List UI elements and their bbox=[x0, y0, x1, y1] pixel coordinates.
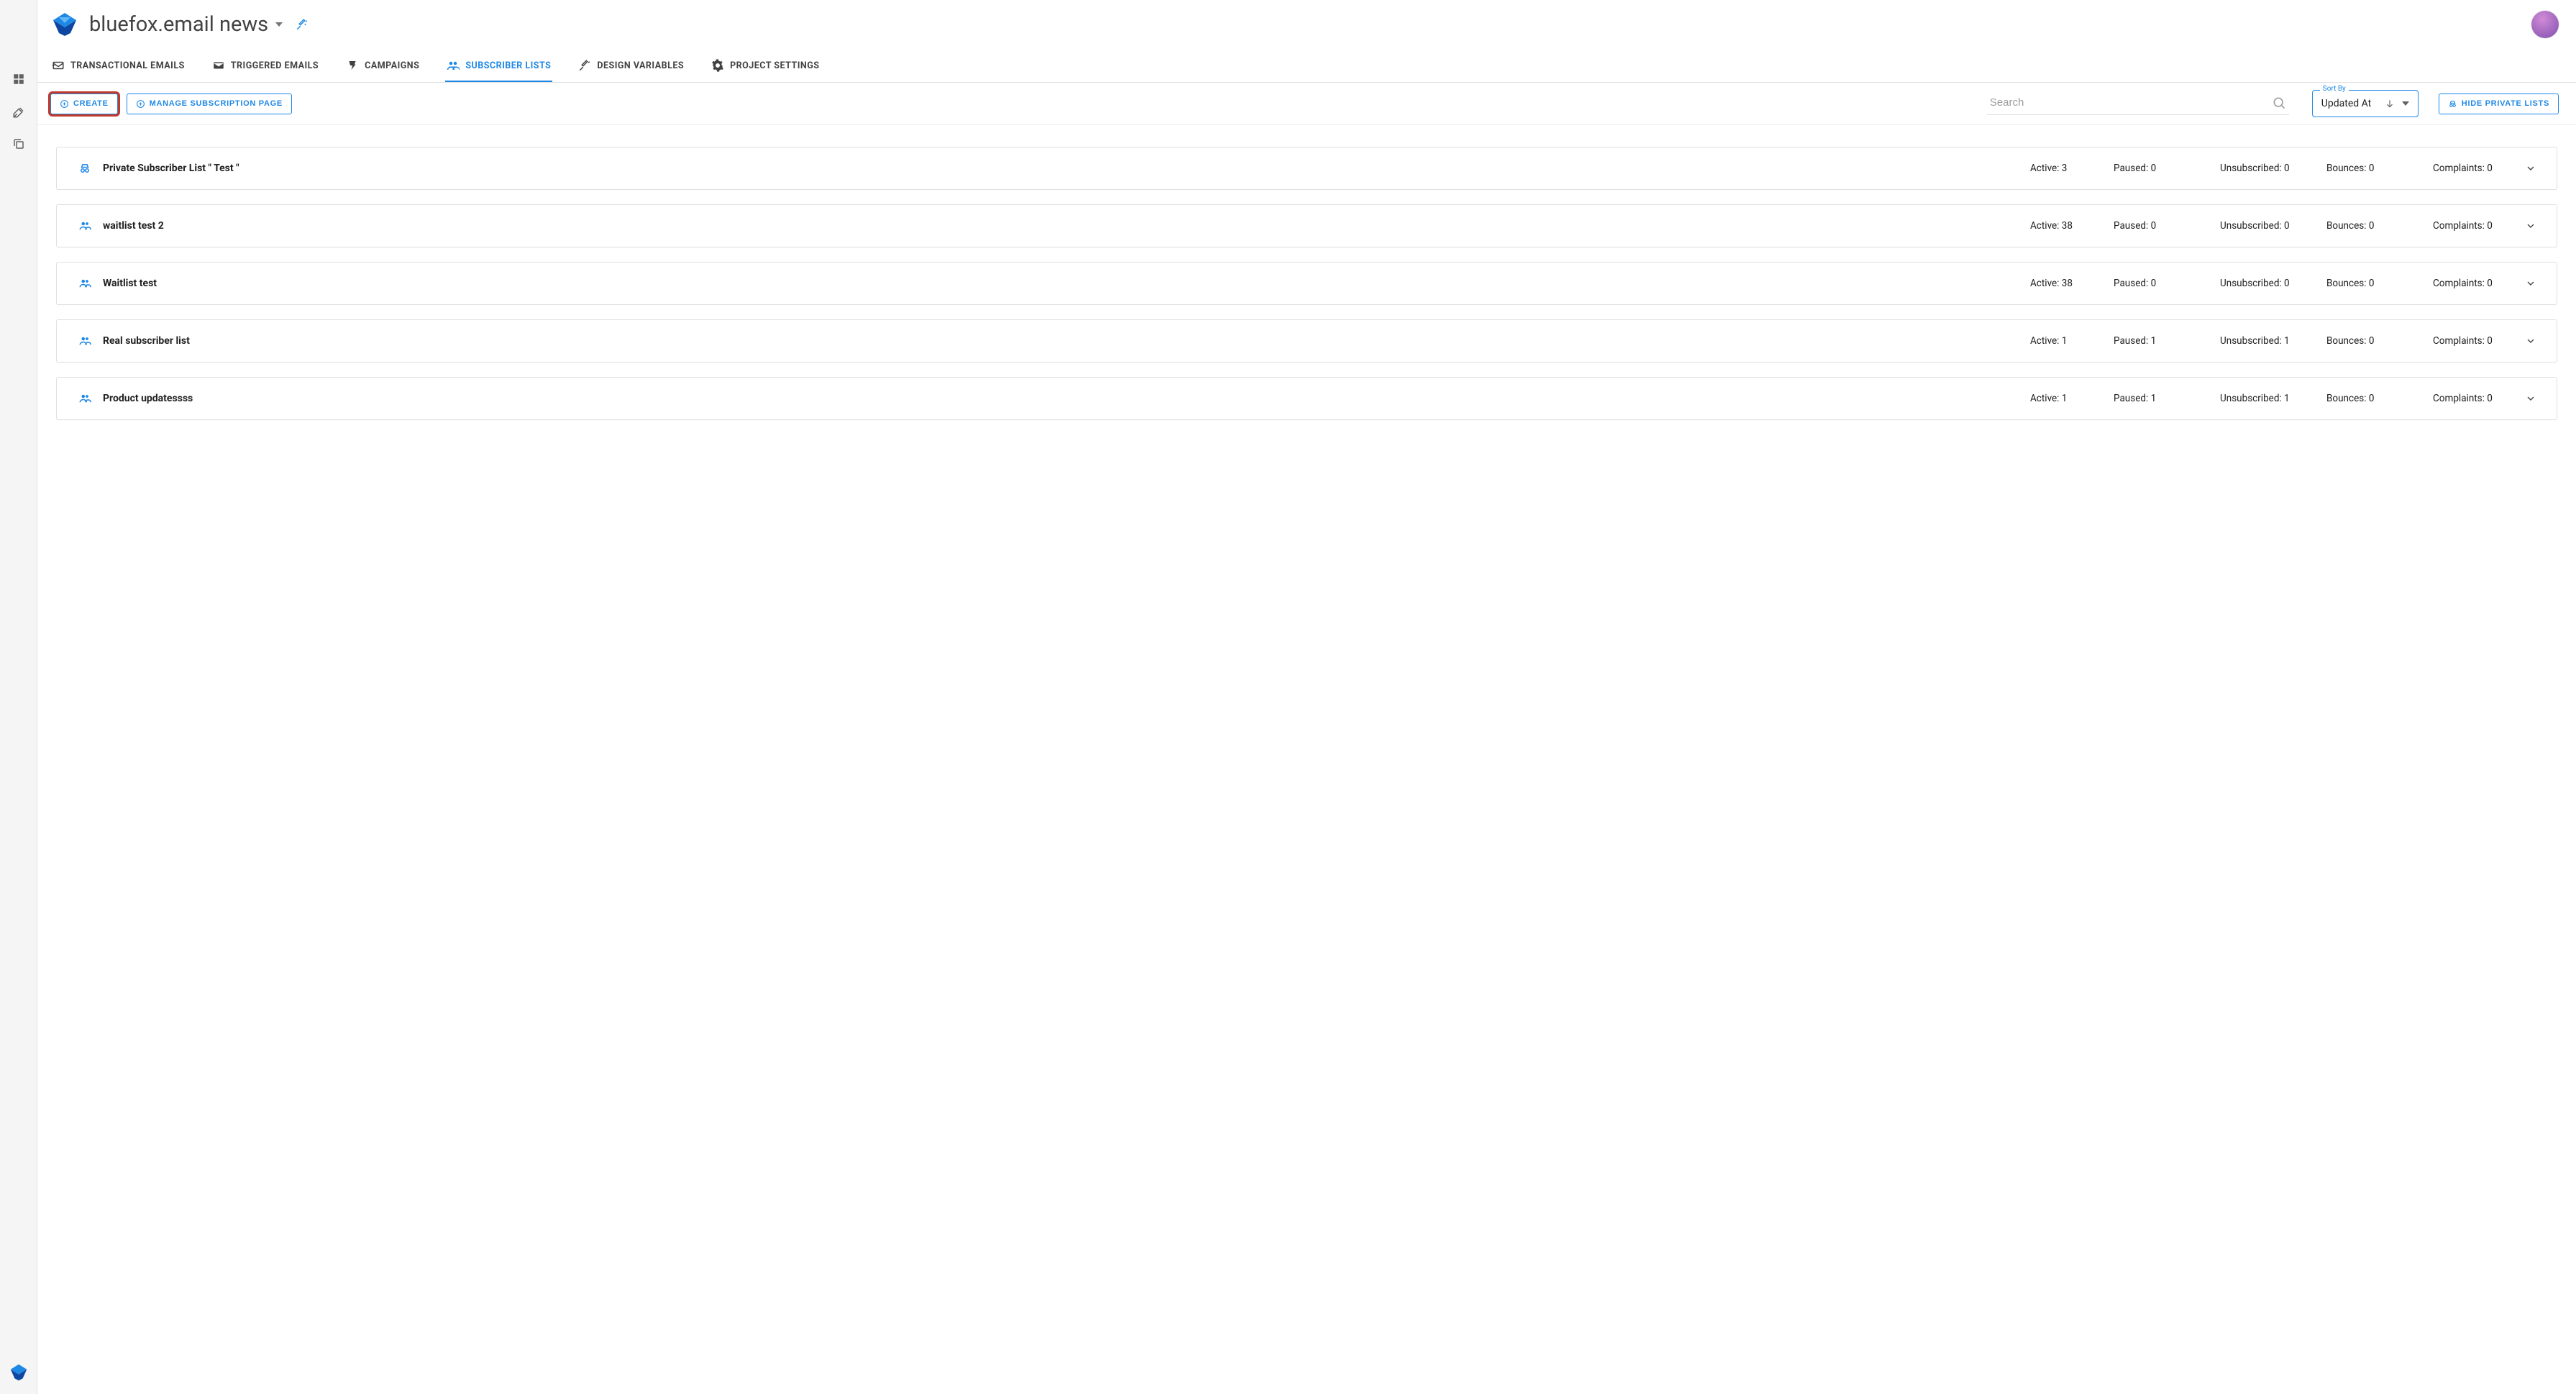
manage-subscription-button[interactable]: MANAGE SUBSCRIPTION PAGE bbox=[127, 94, 292, 114]
list-name: Private Subscriber List " Test " bbox=[103, 163, 2030, 174]
toolbar: CREATE MANAGE SUBSCRIPTION PAGE Sort By … bbox=[37, 83, 2576, 125]
list-name: Product updatessss bbox=[103, 393, 2030, 404]
stat-unsubscribed: Unsubscribed: 1 bbox=[2220, 393, 2306, 404]
stat-active: Active: 1 bbox=[2030, 335, 2093, 347]
stat-bounces: Bounces: 0 bbox=[2326, 220, 2413, 232]
plus-circle-icon bbox=[60, 99, 69, 109]
create-button-label: CREATE bbox=[73, 99, 109, 108]
expand-row-icon[interactable] bbox=[2525, 163, 2536, 174]
stat-complaints: Complaints: 0 bbox=[2433, 335, 2519, 347]
tab-icon bbox=[52, 59, 65, 72]
hide-private-label: HIDE PRIVATE LISTS bbox=[2462, 99, 2549, 108]
user-avatar[interactable] bbox=[2531, 11, 2559, 38]
subscriber-list-row[interactable]: Private Subscriber List " Test "Active: … bbox=[56, 147, 2557, 190]
incognito-icon bbox=[2448, 99, 2457, 109]
tab-icon bbox=[578, 59, 591, 72]
tab-label: CAMPAIGNS bbox=[365, 60, 419, 71]
expand-row-icon[interactable] bbox=[2525, 393, 2536, 404]
subscriber-list-row[interactable]: waitlist test 2Active: 38 Paused: 0 Unsubs… bbox=[56, 204, 2557, 247]
stat-complaints: Complaints: 0 bbox=[2433, 220, 2519, 232]
tab-subscriber-lists[interactable]: SUBSCRIBER LISTS bbox=[445, 50, 552, 82]
subscriber-list-row[interactable]: Real subscriber listActive: 1 Paused: 1 Un… bbox=[56, 319, 2557, 363]
tab-icon bbox=[447, 59, 460, 72]
stat-unsubscribed: Unsubscribed: 1 bbox=[2220, 335, 2306, 347]
stat-paused: Paused: 1 bbox=[2114, 393, 2200, 404]
magic-wand-icon[interactable] bbox=[296, 18, 309, 31]
stat-unsubscribed: Unsubscribed: 0 bbox=[2220, 220, 2306, 232]
people-icon bbox=[78, 392, 91, 405]
tabs: TRANSACTIONAL EMAILS TRIGGERED EMAILS CAMP… bbox=[37, 46, 2576, 83]
tab-triggered-emails[interactable]: TRIGGERED EMAILS bbox=[211, 50, 320, 82]
sidebar bbox=[0, 0, 37, 1394]
tab-transactional-emails[interactable]: TRANSACTIONAL EMAILS bbox=[50, 50, 186, 82]
stat-complaints: Complaints: 0 bbox=[2433, 163, 2519, 174]
stat-active: Active: 1 bbox=[2030, 393, 2093, 404]
list-name: waitlist test 2 bbox=[103, 220, 2030, 232]
tab-campaigns[interactable]: CAMPAIGNS bbox=[344, 50, 421, 82]
chevron-down-icon bbox=[2402, 100, 2409, 107]
stat-active: Active: 38 bbox=[2030, 278, 2093, 289]
sort-value: Updated At bbox=[2321, 98, 2378, 109]
list-stats: Active: 38 Paused: 0 Unsubscribed: 0 Bounce… bbox=[2030, 278, 2519, 289]
tab-icon bbox=[711, 59, 724, 72]
sidebar-dashboard-icon[interactable] bbox=[12, 72, 26, 86]
stat-complaints: Complaints: 0 bbox=[2433, 278, 2519, 289]
tab-icon bbox=[212, 59, 225, 72]
subscriber-list-row[interactable]: Product updatessssActive: 1 Paused: 1 Unsu… bbox=[56, 377, 2557, 420]
people-icon bbox=[78, 277, 91, 290]
stat-bounces: Bounces: 0 bbox=[2326, 393, 2413, 404]
hide-private-button[interactable]: HIDE PRIVATE LISTS bbox=[2439, 94, 2559, 114]
list-name: Real subscriber list bbox=[103, 335, 2030, 347]
tab-project-settings[interactable]: PROJECT SETTINGS bbox=[710, 50, 821, 82]
stat-active: Active: 3 bbox=[2030, 163, 2093, 174]
search-input[interactable] bbox=[1990, 96, 2272, 109]
stat-bounces: Bounces: 0 bbox=[2326, 163, 2413, 174]
create-button[interactable]: CREATE bbox=[50, 94, 118, 114]
subscriber-lists: Private Subscriber List " Test "Active: … bbox=[37, 125, 2576, 442]
sort-select[interactable]: Sort By Updated At bbox=[2312, 90, 2419, 117]
people-icon bbox=[78, 219, 91, 232]
header: bluefox.email news bbox=[37, 0, 2576, 46]
search-icon bbox=[2272, 96, 2286, 110]
stat-paused: Paused: 0 bbox=[2114, 278, 2200, 289]
list-stats: Active: 38 Paused: 0 Unsubscribed: 0 Bounce… bbox=[2030, 220, 2519, 232]
expand-row-icon[interactable] bbox=[2525, 335, 2536, 347]
list-stats: Active: 1 Paused: 1 Unsubscribed: 1 Bounces… bbox=[2030, 393, 2519, 404]
subscriber-list-row[interactable]: Waitlist testActive: 38 Paused: 0 Unsubscr… bbox=[56, 262, 2557, 305]
tab-label: TRIGGERED EMAILS bbox=[231, 60, 319, 71]
project-title: bluefox.email news bbox=[89, 12, 268, 37]
stat-paused: Paused: 0 bbox=[2114, 163, 2200, 174]
tab-label: SUBSCRIBER LISTS bbox=[465, 60, 551, 71]
stat-unsubscribed: Unsubscribed: 0 bbox=[2220, 278, 2306, 289]
stat-unsubscribed: Unsubscribed: 0 bbox=[2220, 163, 2306, 174]
stat-bounces: Bounces: 0 bbox=[2326, 278, 2413, 289]
sidebar-design-icon[interactable] bbox=[12, 105, 26, 119]
people-icon bbox=[78, 334, 91, 347]
sort-by-label: Sort By bbox=[2320, 85, 2349, 93]
tab-label: TRANSACTIONAL EMAILS bbox=[70, 60, 185, 71]
project-dropdown[interactable] bbox=[275, 21, 283, 28]
list-stats: Active: 3 Paused: 0 Unsubscribed: 0 Bounces… bbox=[2030, 163, 2519, 174]
app-logo bbox=[50, 10, 79, 39]
sort-direction-icon bbox=[2385, 99, 2395, 109]
search-field[interactable] bbox=[1987, 93, 2289, 115]
expand-row-icon[interactable] bbox=[2525, 220, 2536, 232]
tab-label: PROJECT SETTINGS bbox=[730, 60, 819, 71]
expand-row-icon[interactable] bbox=[2525, 278, 2536, 289]
stat-bounces: Bounces: 0 bbox=[2326, 335, 2413, 347]
list-name: Waitlist test bbox=[103, 278, 2030, 289]
sidebar-logo-bottom[interactable] bbox=[9, 1362, 29, 1382]
stat-complaints: Complaints: 0 bbox=[2433, 393, 2519, 404]
private-list-icon bbox=[78, 162, 91, 175]
plus-circle-icon bbox=[136, 99, 145, 109]
tab-icon bbox=[346, 59, 359, 72]
stat-active: Active: 38 bbox=[2030, 220, 2093, 232]
manage-subscription-label: MANAGE SUBSCRIPTION PAGE bbox=[150, 99, 283, 108]
stat-paused: Paused: 1 bbox=[2114, 335, 2200, 347]
sidebar-copy-icon[interactable] bbox=[12, 137, 26, 151]
stat-paused: Paused: 0 bbox=[2114, 220, 2200, 232]
tab-label: DESIGN VARIABLES bbox=[597, 60, 684, 71]
tab-design-variables[interactable]: DESIGN VARIABLES bbox=[577, 50, 685, 82]
list-stats: Active: 1 Paused: 1 Unsubscribed: 1 Bounces… bbox=[2030, 335, 2519, 347]
